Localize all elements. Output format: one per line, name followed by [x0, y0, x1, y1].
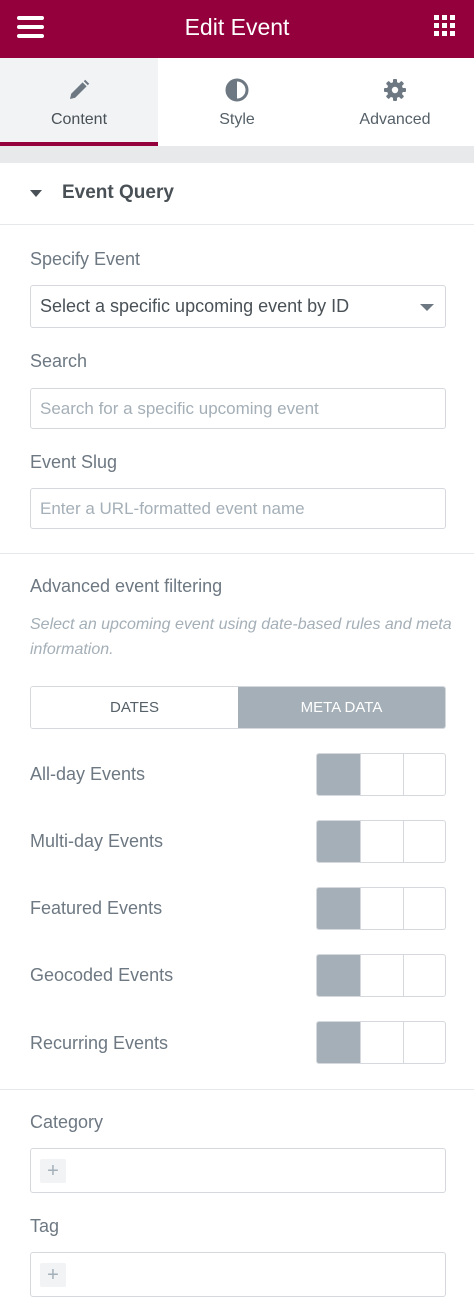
- half-circle-icon: [225, 78, 249, 102]
- choice-option-3[interactable]: [403, 1022, 445, 1063]
- choice-option-2[interactable]: [360, 754, 403, 795]
- dates-option[interactable]: DATES: [31, 687, 238, 728]
- divider: [0, 1089, 474, 1090]
- choice-option-2[interactable]: [360, 888, 403, 929]
- choice-option-3[interactable]: [403, 754, 445, 795]
- choice-option-1[interactable]: [317, 821, 360, 862]
- search-input[interactable]: [30, 388, 446, 429]
- chevron-down-icon: [420, 304, 434, 311]
- recurring-events-label: Recurring Events: [30, 1033, 169, 1053]
- search-label: Search: [30, 351, 88, 371]
- plus-icon[interactable]: +: [40, 1159, 66, 1183]
- editor-tabs: Content Style Advanced: [0, 58, 474, 146]
- featured-events-choice: [316, 887, 446, 930]
- choice-option-1[interactable]: [317, 1022, 360, 1063]
- choice-option-3[interactable]: [403, 955, 445, 996]
- category-select[interactable]: +: [30, 1148, 446, 1193]
- section-title: Event Query: [62, 182, 174, 203]
- plus-icon[interactable]: +: [40, 1263, 66, 1287]
- section-separator: [0, 146, 474, 163]
- pencil-icon: [70, 79, 90, 99]
- featured-events-label: Featured Events: [30, 898, 163, 918]
- tab-content[interactable]: Content: [0, 58, 158, 146]
- all-day-events-label: All-day Events: [30, 764, 146, 784]
- choice-option-2[interactable]: [360, 821, 403, 862]
- tab-content-label: Content: [50, 111, 108, 128]
- tag-label: Tag: [30, 1216, 60, 1236]
- geocoded-events-label: Geocoded Events: [30, 965, 174, 985]
- geocoded-events-choice: [316, 954, 446, 997]
- divider: [0, 553, 474, 554]
- choice-option-3[interactable]: [403, 821, 445, 862]
- tag-select[interactable]: +: [30, 1252, 446, 1297]
- tab-style[interactable]: Style: [158, 58, 316, 146]
- grid-icon[interactable]: [434, 15, 456, 37]
- specify-event-label: Specify Event: [30, 249, 141, 269]
- meta-data-option[interactable]: META DATA: [238, 687, 445, 728]
- top-bar: Edit Event: [0, 0, 474, 58]
- choice-option-1[interactable]: [317, 888, 360, 929]
- choice-option-2[interactable]: [360, 1022, 403, 1063]
- multi-day-events-choice: [316, 820, 446, 863]
- choice-option-1[interactable]: [317, 955, 360, 996]
- all-day-events-choice: [316, 753, 446, 796]
- category-label: Category: [30, 1112, 104, 1132]
- advanced-filtering-description: Select an upcoming event using date-base…: [30, 616, 452, 658]
- multi-day-events-label: Multi-day Events: [30, 831, 164, 851]
- specify-event-value: Select a specific upcoming event by ID: [40, 296, 350, 316]
- filter-mode-toggle: DATES META DATA: [30, 686, 446, 729]
- panel-title: Edit Event: [184, 14, 290, 40]
- tab-style-label: Style: [219, 111, 255, 128]
- section-header-event-query[interactable]: Event Query: [0, 163, 474, 225]
- choice-option-3[interactable]: [403, 888, 445, 929]
- event-slug-label: Event Slug: [30, 452, 118, 472]
- event-slug-input[interactable]: [30, 488, 446, 529]
- tab-advanced[interactable]: Advanced: [316, 58, 474, 146]
- caret-down-icon: [30, 190, 42, 197]
- specify-event-select[interactable]: Select a specific upcoming event by ID: [30, 285, 446, 328]
- tab-advanced-label: Advanced: [359, 111, 431, 128]
- advanced-filtering-label: Advanced event filtering: [30, 576, 223, 596]
- choice-option-1[interactable]: [317, 754, 360, 795]
- choice-option-2[interactable]: [360, 955, 403, 996]
- gear-icon: [384, 79, 406, 101]
- recurring-events-choice: [316, 1021, 446, 1064]
